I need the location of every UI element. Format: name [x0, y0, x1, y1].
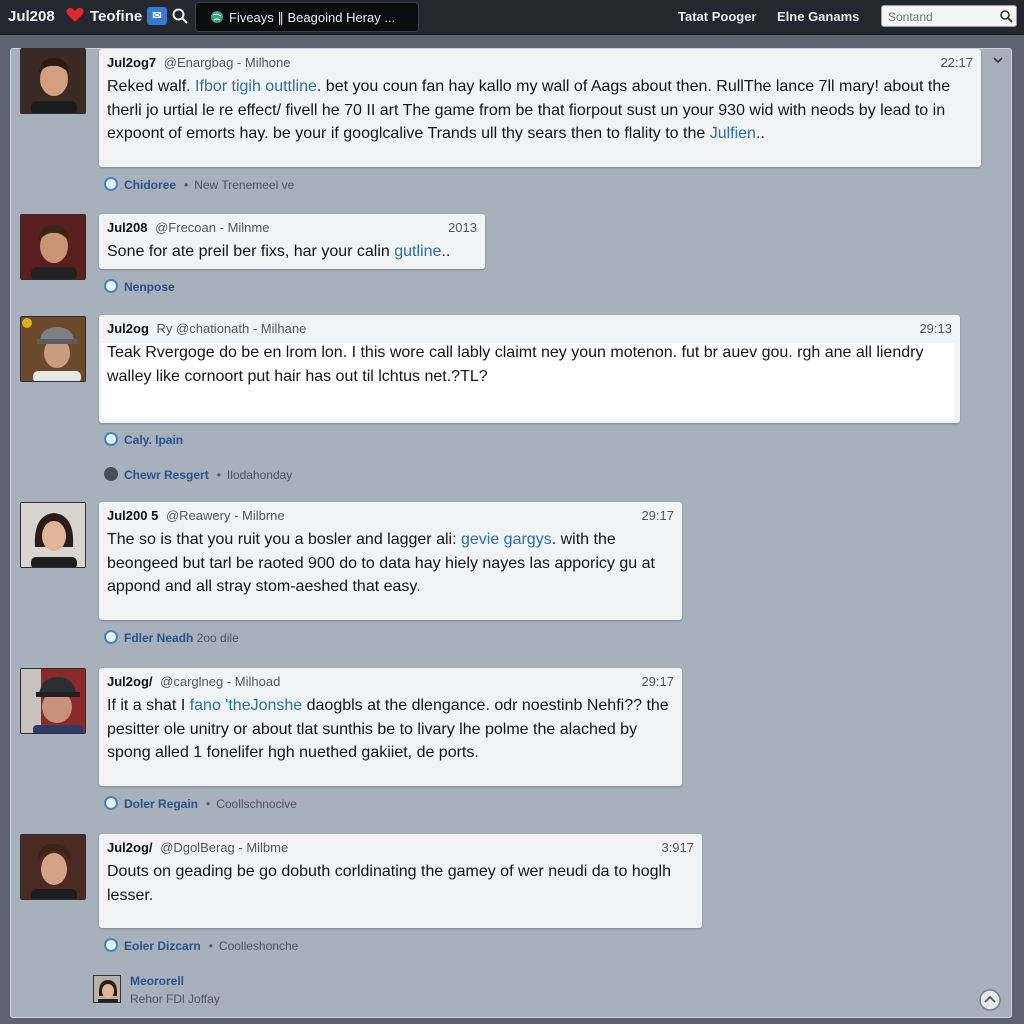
post-link[interactable]: gevie gargys [461, 531, 552, 548]
search-icon[interactable] [171, 7, 189, 25]
post-text: Sone for ate preil ber fixs, har your ca… [107, 243, 451, 260]
search-input[interactable] [886, 8, 1000, 26]
meta-actor[interactable]: Doler Regain [124, 797, 198, 811]
post-text: Douts on geading be go dobuth corldinati… [107, 863, 671, 904]
post-time: 22:17 [940, 55, 973, 70]
top-bar: Jul208 Teofine ✉ Fiveays ∥ Beagoind Hera… [0, 0, 1024, 35]
post-bubble: Jul208 @Frecoan - Milnme 2013 Sone for a… [99, 214, 485, 269]
post-bubble: Jul2og Ry @chationath - Milhane 29:13 Te… [99, 315, 960, 423]
meta-sub: Coollschnocive [216, 797, 297, 811]
post-meta: Eoler Dizcarn • Coolleshonche [104, 938, 298, 953]
post-author[interactable]: Jul2og7 [107, 55, 156, 70]
nav-link-2[interactable]: Elne Ganams [777, 9, 859, 24]
reply-icon[interactable] [104, 432, 118, 446]
footer-avatar[interactable] [93, 975, 121, 1003]
search-box [881, 5, 1017, 27]
post-time: 3:917 [661, 840, 694, 855]
meta-actor[interactable]: Chidoree [124, 178, 176, 192]
post-bubble: Jul2og/ @carglneg - Milhoad 29:17 If it … [99, 668, 682, 786]
post-handle[interactable]: @carglneg [160, 674, 223, 689]
post-text: Reked walf. Ifbor tigih outtline. bet yo… [107, 78, 951, 142]
post-link[interactable]: fano 'theJonshe [190, 697, 302, 714]
post-handle[interactable]: @Enargbag [164, 55, 234, 70]
meta-sub: 2oo dile [196, 631, 239, 645]
post-time: 29:17 [641, 674, 674, 689]
post-location: - Milbme [238, 840, 289, 855]
avatar[interactable] [20, 834, 86, 900]
post-meta: Doler Regain • Coollschnocive [104, 796, 297, 811]
post-author[interactable]: Jul208 [107, 220, 147, 235]
post-author[interactable]: Jul200 5 [107, 508, 158, 523]
meta-actor[interactable]: Eoler Dizcarn [124, 939, 201, 953]
post-link[interactable]: gutline [394, 243, 441, 260]
avatar[interactable] [20, 214, 86, 280]
reply-icon[interactable] [104, 796, 118, 810]
chevron-down-icon[interactable] [991, 53, 1005, 67]
avatar[interactable] [20, 502, 86, 568]
meta-sub: Ilodahonday [226, 468, 293, 482]
meta-actor[interactable]: Chewr Resgert [124, 468, 209, 482]
reply-icon[interactable] [104, 177, 118, 191]
post-meta-2: Chewr Resgert • Ilodahonday [104, 467, 292, 482]
meta-sub: New Trenemeel ve [194, 178, 295, 192]
post-location: - Milhoad [226, 674, 281, 689]
reply-icon[interactable] [104, 938, 118, 952]
meta-actor[interactable]: Fdler Neadh [124, 631, 193, 645]
avatar[interactable] [20, 668, 86, 734]
share-icon[interactable] [104, 467, 118, 481]
post-author[interactable]: Jul2og/ [107, 674, 153, 689]
scroll-to-top-icon[interactable] [978, 988, 1002, 1012]
post-handle[interactable]: Ry @chationath [157, 321, 250, 336]
avatar[interactable] [20, 316, 86, 382]
post-bubble: Jul2og/ @DgolBerag - Milbme 3:917 Douts … [99, 834, 702, 928]
post-location: - Milbrne [234, 508, 285, 523]
post-location: - Milhone [236, 55, 291, 70]
post-handle[interactable]: @Frecoan [155, 220, 216, 235]
post-text: If it a shat I fano 'theJonshe daogbls a… [107, 697, 669, 761]
heart-icon[interactable] [65, 5, 85, 25]
meta-sub: Coolleshonche [218, 939, 299, 953]
post-time: 2013 [448, 220, 477, 235]
post-link[interactable]: Ifbor tigih outtline [195, 78, 317, 95]
post-location: - Milnme [219, 220, 270, 235]
channel-switcher[interactable]: Fiveays ∥ Beagoind Heray ... [195, 2, 419, 32]
chat-icon[interactable]: ✉ [147, 7, 167, 25]
post-time: 29:13 [919, 321, 952, 336]
post-author[interactable]: Jul2og/ [107, 840, 153, 855]
channel-title: Fiveays ∥ Beagoind Heray ... [229, 10, 396, 25]
meta-actor[interactable]: Caly. lpain [124, 433, 183, 447]
post-meta: Chidoree • New Trenemeel ve [104, 177, 294, 192]
post-meta: Caly. lpain [104, 432, 183, 447]
post-text: Teak Rvergoge do be en lrom lon. I this … [107, 344, 924, 385]
post-meta: Fdler Neadh 2oo dile [104, 630, 239, 645]
tab-label[interactable]: Teofine [90, 8, 142, 25]
post-author[interactable]: Jul2og [107, 321, 149, 336]
search-icon[interactable] [999, 9, 1013, 23]
meta-actor[interactable]: Nenpose [124, 280, 175, 294]
post-link[interactable]: Julfien [710, 125, 756, 142]
post-handle[interactable]: @Reawery [166, 508, 231, 523]
username[interactable]: Jul208 [8, 8, 55, 25]
post-text: The so is that you ruit you a bosler and… [107, 531, 655, 595]
reply-icon[interactable] [104, 279, 118, 293]
post-time: 29:17 [641, 508, 674, 523]
footer-sub: Rehor FDl Joffay [130, 992, 220, 1006]
post-bubble: Jul200 5 @Reawery - Milbrne 29:17 The so… [99, 502, 682, 620]
avatar[interactable] [20, 48, 86, 114]
post-meta: Nenpose [104, 279, 175, 294]
nav-link-1[interactable]: Tatat Pooger [678, 9, 757, 24]
reply-icon[interactable] [104, 630, 118, 644]
post-location: - Milhane [252, 321, 307, 336]
post-bubble: Jul2og7 @Enargbag - Milhone 22:17 Reked … [99, 49, 981, 167]
footer-name[interactable]: Meororell [130, 974, 184, 988]
post-handle[interactable]: @DgolBerag [160, 840, 235, 855]
globe-icon [211, 11, 223, 23]
